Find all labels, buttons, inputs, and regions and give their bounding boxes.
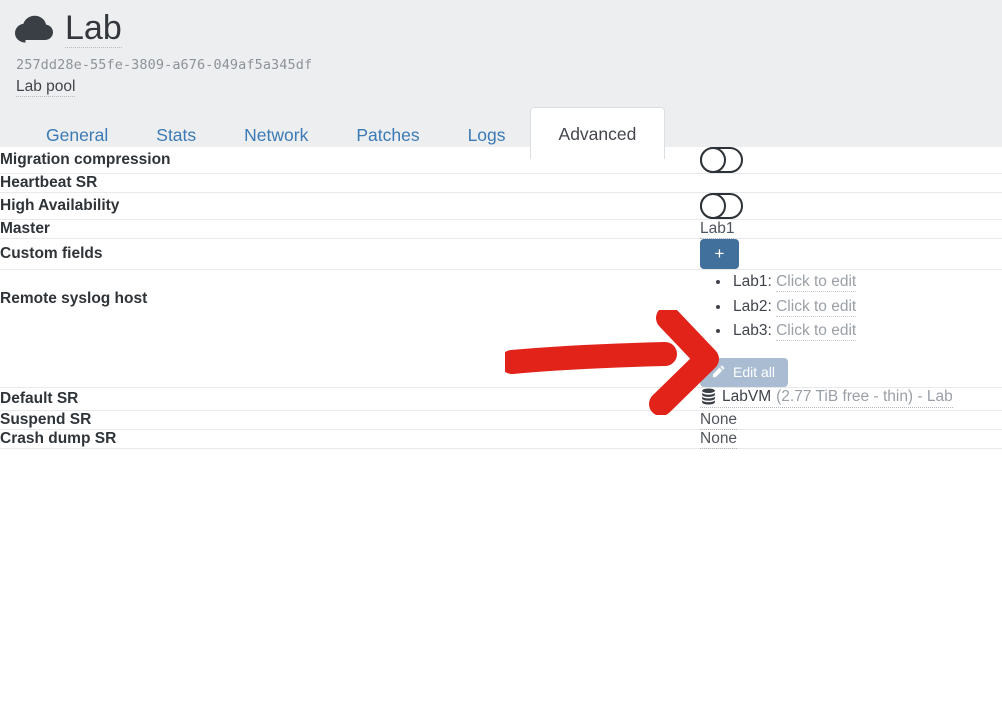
row-value-master: Lab1 bbox=[700, 220, 1002, 239]
add-custom-field-button[interactable]: + bbox=[700, 239, 739, 269]
syslog-host-edit-link[interactable]: Click to edit bbox=[776, 297, 857, 317]
default-sr-detail: (2.77 TiB free - thin) - Lab bbox=[776, 387, 953, 405]
advanced-settings-table: Migration compression Heartbeat SR High … bbox=[0, 147, 1002, 449]
row-value-default-sr: LabVM (2.77 TiB free - thin) - Lab bbox=[700, 387, 1002, 411]
row-label-custom-fields: Custom fields bbox=[0, 245, 103, 262]
syslog-host-name: Lab3: bbox=[733, 322, 772, 339]
tab-general[interactable]: General bbox=[22, 111, 132, 159]
row-label-heartbeat-sr: Heartbeat SR bbox=[0, 174, 98, 191]
table-row-heartbeat-sr: Heartbeat SR bbox=[0, 174, 1002, 193]
row-value-crash-dump-sr: None bbox=[700, 430, 1002, 449]
edit-all-syslog-button[interactable]: Edit all bbox=[700, 357, 789, 387]
table-row-remote-syslog-host: Remote syslog host Lab1: Click to edit L… bbox=[0, 270, 1002, 388]
tab-advanced[interactable]: Advanced bbox=[529, 107, 666, 159]
tab-network[interactable]: Network bbox=[220, 111, 332, 159]
syslog-host-edit-link[interactable]: Click to edit bbox=[776, 322, 857, 341]
default-sr-value[interactable]: LabVM (2.77 TiB free - thin) - Lab bbox=[700, 388, 953, 408]
row-label-high-availability: High Availability bbox=[0, 197, 120, 214]
row-value-remote-syslog-host: Lab1: Click to edit Lab2: Click to edit … bbox=[700, 270, 1002, 388]
database-icon bbox=[702, 388, 715, 405]
row-label-master: Master bbox=[0, 220, 50, 237]
migration-compression-toggle[interactable] bbox=[700, 147, 743, 173]
table-row-default-sr: Default SR LabVM (2.77 TiB free - thin) … bbox=[0, 387, 1002, 411]
tab-patches[interactable]: Patches bbox=[332, 111, 443, 159]
table-row-master: Master Lab1 bbox=[0, 220, 1002, 239]
pool-description: Lab pool bbox=[0, 73, 1002, 97]
default-sr-name: LabVM bbox=[722, 387, 772, 405]
tab-bar: General Stats Network Patches Logs Advan… bbox=[0, 107, 1002, 159]
row-value-custom-fields: + bbox=[700, 239, 1002, 270]
pool-header: Lab 257dd28e-55fe-3809-a676-049af5a345df… bbox=[0, 0, 1002, 159]
table-row-custom-fields: Custom fields + bbox=[0, 239, 1002, 270]
syslog-host-list: Lab1: Click to edit Lab2: Click to edit … bbox=[700, 270, 1002, 344]
tab-logs[interactable]: Logs bbox=[444, 111, 530, 159]
row-label-crash-dump-sr: Crash dump SR bbox=[0, 430, 117, 447]
cloud-icon bbox=[15, 15, 53, 43]
table-row-crash-dump-sr: Crash dump SR None bbox=[0, 430, 1002, 449]
syslog-host-name: Lab1: bbox=[733, 273, 772, 290]
crash-dump-sr-value[interactable]: None bbox=[700, 430, 738, 449]
table-row-suspend-sr: Suspend SR None bbox=[0, 411, 1002, 430]
edit-all-label: Edit all bbox=[733, 363, 776, 380]
page-title[interactable]: Lab bbox=[65, 10, 122, 48]
pool-title-row: Lab bbox=[0, 8, 1002, 50]
table-row-high-availability: High Availability bbox=[0, 193, 1002, 220]
pencil-icon bbox=[712, 365, 725, 378]
suspend-sr-value[interactable]: None bbox=[700, 411, 738, 430]
high-availability-toggle[interactable] bbox=[700, 193, 743, 219]
tab-stats[interactable]: Stats bbox=[132, 111, 220, 159]
syslog-host-edit-link[interactable]: Click to edit bbox=[776, 273, 857, 292]
row-label-suspend-sr: Suspend SR bbox=[0, 411, 92, 428]
syslog-host-name: Lab2: bbox=[733, 297, 772, 315]
row-value-high-availability bbox=[700, 193, 1002, 220]
pool-description-value[interactable]: Lab pool bbox=[16, 78, 76, 97]
master-value[interactable]: Lab1 bbox=[700, 220, 735, 239]
row-value-suspend-sr: None bbox=[700, 411, 1002, 430]
pool-uuid: 257dd28e-55fe-3809-a676-049af5a345df bbox=[16, 57, 313, 73]
row-label-remote-syslog-host: Remote syslog host bbox=[0, 290, 148, 307]
list-item: Lab1: Click to edit bbox=[731, 270, 1002, 295]
row-value-heartbeat-sr bbox=[700, 174, 1002, 193]
row-label-default-sr: Default SR bbox=[0, 389, 79, 407]
list-item: Lab2: Click to edit bbox=[731, 295, 1002, 320]
list-item: Lab3: Click to edit bbox=[731, 319, 1002, 344]
